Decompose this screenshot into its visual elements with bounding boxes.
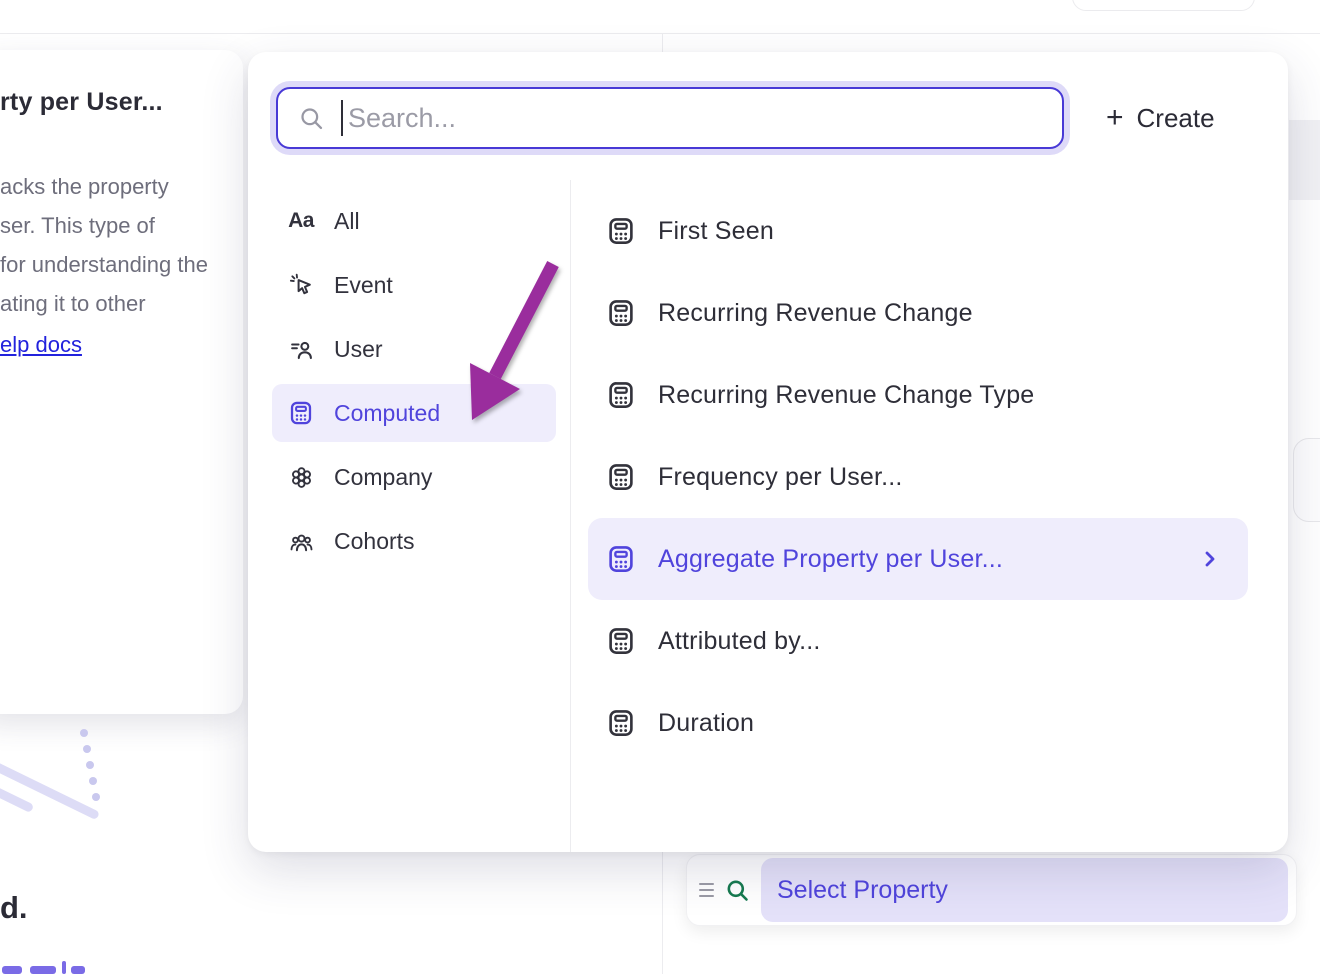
property-item-frequency-per-user[interactable]: Frequency per User... xyxy=(588,436,1248,518)
background-panel-fragment xyxy=(1289,120,1320,200)
search-icon xyxy=(298,105,325,132)
user-list-icon xyxy=(288,336,314,362)
select-property-row: Select Property xyxy=(686,854,1297,926)
clipped-link-fragment xyxy=(30,966,56,974)
clipped-heading-fragment: d. xyxy=(0,890,28,926)
calculator-icon xyxy=(606,708,636,738)
category-label: Computed xyxy=(334,400,440,427)
decorative-dot xyxy=(92,793,100,801)
property-item-recurring-revenue-change-type[interactable]: Recurring Revenue Change Type xyxy=(588,354,1248,436)
calculator-icon xyxy=(606,216,636,246)
company-icon xyxy=(288,464,314,490)
property-label: Attributed by... xyxy=(658,627,821,656)
decorative-dot xyxy=(89,777,97,785)
category-item-user[interactable]: User xyxy=(272,320,556,378)
property-label: Aggregate Property per User... xyxy=(658,545,1003,574)
tooltip-line: ser. This type of xyxy=(0,206,233,245)
calculator-icon xyxy=(606,544,636,574)
property-label: Duration xyxy=(658,709,754,738)
clipped-top-right-button[interactable] xyxy=(1072,0,1255,11)
select-property-button[interactable]: Select Property xyxy=(761,858,1288,922)
property-label: First Seen xyxy=(658,217,774,246)
decorative-line xyxy=(0,760,100,820)
top-divider-line xyxy=(0,33,1320,34)
clipped-link-fragment xyxy=(62,961,66,974)
select-property-label: Select Property xyxy=(777,876,948,905)
property-item-recurring-revenue-change[interactable]: Recurring Revenue Change xyxy=(588,272,1248,354)
decorative-dot xyxy=(83,745,91,753)
tooltip-title: rty per User... xyxy=(0,88,233,117)
property-label: Recurring Revenue Change Type xyxy=(658,381,1034,410)
text-aa-icon: Aa xyxy=(288,208,314,234)
cohorts-icon xyxy=(288,528,314,554)
search-focus-ring: Search... xyxy=(270,81,1070,155)
category-label: Event xyxy=(334,272,393,299)
property-list: First Seen Recurring Revenue Change xyxy=(588,190,1248,764)
property-label: Recurring Revenue Change xyxy=(658,299,973,328)
category-item-all[interactable]: Aa All xyxy=(272,192,556,250)
create-button[interactable]: + Create xyxy=(1106,98,1215,138)
category-label: User xyxy=(334,336,383,363)
property-item-attributed-by[interactable]: Attributed by... xyxy=(588,600,1248,682)
property-item-first-seen[interactable]: First Seen xyxy=(588,190,1248,272)
event-click-icon xyxy=(288,272,314,298)
decorative-dot xyxy=(86,761,94,769)
category-label: Company xyxy=(334,464,432,491)
tooltip-line: ating it to other xyxy=(0,284,233,323)
calculator-icon xyxy=(606,626,636,656)
tooltip-description: acks the property ser. This type of for … xyxy=(0,167,233,364)
category-label: Cohorts xyxy=(334,528,415,555)
drag-handle-icon[interactable] xyxy=(699,883,714,897)
category-list: Aa All Event xyxy=(272,192,556,576)
chevron-right-icon xyxy=(1200,549,1220,569)
modal-column-divider xyxy=(570,180,571,852)
property-item-duration[interactable]: Duration xyxy=(588,682,1248,764)
calculator-icon xyxy=(606,462,636,492)
category-label: All xyxy=(334,208,360,235)
help-docs-link[interactable]: elp docs xyxy=(0,325,82,364)
create-button-label: Create xyxy=(1137,103,1215,134)
clipped-link-fragment xyxy=(2,966,22,974)
category-item-event[interactable]: Event xyxy=(272,256,556,314)
text-cursor xyxy=(341,100,343,136)
calculator-icon xyxy=(606,298,636,328)
property-item-aggregate-property-per-user[interactable]: Aggregate Property per User... xyxy=(588,518,1248,600)
calculator-icon xyxy=(606,380,636,410)
tooltip-line: for understanding the xyxy=(0,245,233,284)
background-card-fragment xyxy=(1293,438,1320,522)
search-input[interactable]: Search... xyxy=(276,87,1064,149)
plus-icon: + xyxy=(1106,103,1124,133)
calculator-icon xyxy=(288,400,314,426)
property-label: Frequency per User... xyxy=(658,463,903,492)
search-placeholder: Search... xyxy=(348,103,456,134)
property-picker-modal: Search... + Create Aa All xyxy=(248,52,1288,852)
tooltip-line: acks the property xyxy=(0,167,233,206)
decorative-dot xyxy=(80,729,88,737)
category-item-computed[interactable]: Computed xyxy=(272,384,556,442)
category-item-company[interactable]: Company xyxy=(272,448,556,506)
screen: rty per User... acks the property ser. T… xyxy=(0,0,1320,974)
clipped-link-fragment xyxy=(71,966,85,974)
search-icon xyxy=(724,877,751,904)
category-item-cohorts[interactable]: Cohorts xyxy=(272,512,556,570)
property-tooltip-card: rty per User... acks the property ser. T… xyxy=(0,50,243,714)
